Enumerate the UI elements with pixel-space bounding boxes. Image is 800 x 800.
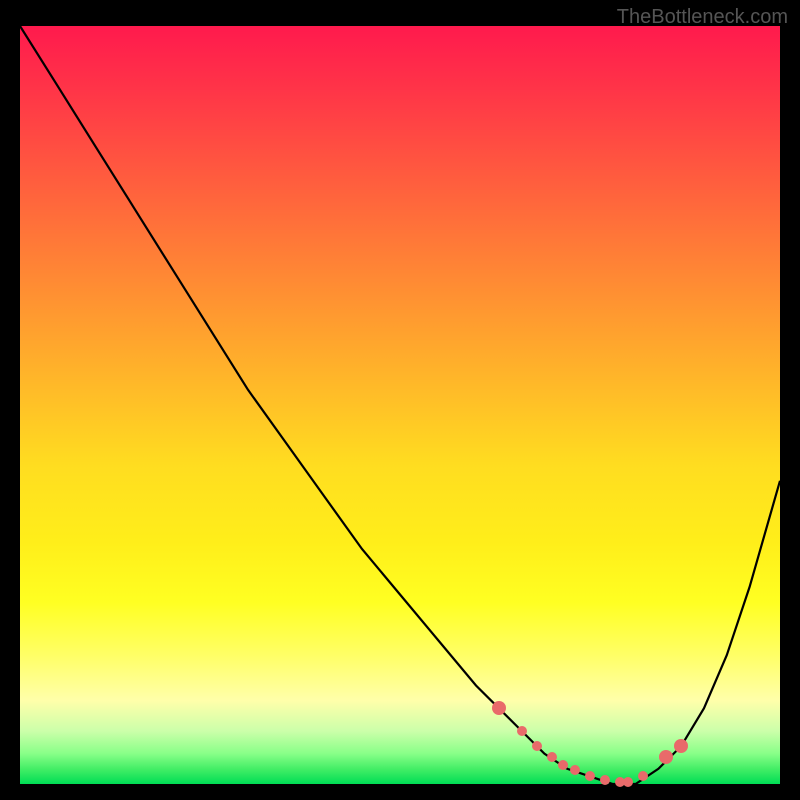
data-marker (517, 726, 527, 736)
data-marker (623, 777, 633, 787)
chart-plot-area (20, 26, 780, 784)
data-marker (674, 739, 688, 753)
data-marker (558, 760, 568, 770)
data-marker (532, 741, 542, 751)
data-marker (659, 750, 673, 764)
data-marker (638, 771, 648, 781)
data-marker (570, 765, 580, 775)
data-marker (547, 752, 557, 762)
data-marker (492, 701, 506, 715)
data-marker (585, 771, 595, 781)
data-marker (600, 775, 610, 785)
bottleneck-curve (20, 26, 780, 784)
watermark-text: TheBottleneck.com (617, 6, 788, 29)
